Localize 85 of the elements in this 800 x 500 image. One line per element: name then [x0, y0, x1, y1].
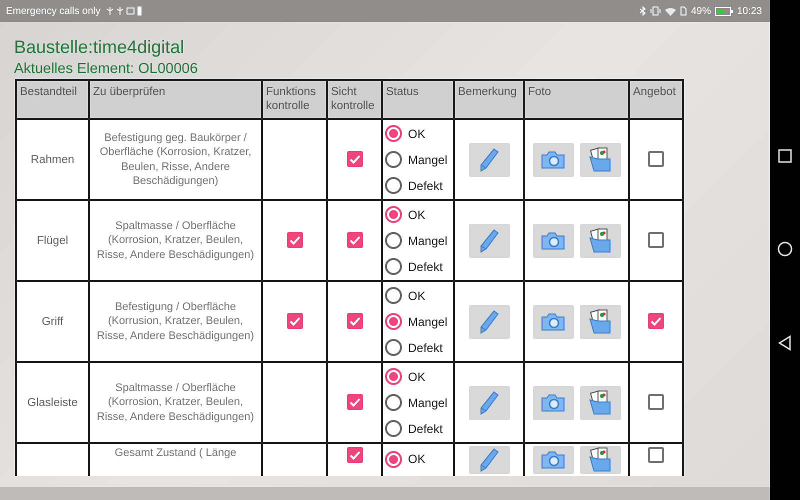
site-title: Baustelle:time4digital	[14, 36, 186, 59]
status-radio-option[interactable]: Mangel	[385, 390, 451, 416]
status-radio-option[interactable]: OK	[385, 120, 451, 146]
status-radio-option[interactable]: OK	[385, 282, 451, 308]
take-photo-button[interactable]	[532, 304, 574, 338]
visual-check-checkbox[interactable]	[346, 313, 362, 330]
picture-folder-icon	[588, 308, 612, 334]
status-radio-option[interactable]: Defekt	[385, 334, 451, 360]
status-radio-option[interactable]: Mangel	[385, 228, 451, 254]
bluetooth-icon	[640, 6, 646, 16]
edit-remark-button[interactable]	[468, 142, 510, 176]
column-header: Funktions kontrolle	[262, 80, 327, 119]
photo-gallery-button[interactable]	[580, 224, 620, 258]
edit-remark-button[interactable]	[468, 386, 510, 420]
vibrate-icon	[650, 6, 661, 16]
camera-icon	[541, 394, 565, 412]
recent-apps-icon[interactable]	[778, 149, 792, 163]
pencil-icon	[478, 146, 500, 172]
visual-check-checkbox[interactable]	[346, 151, 362, 168]
column-header: Foto	[524, 80, 629, 119]
pencil-icon	[478, 390, 500, 416]
status-radio-option[interactable]: Mangel	[385, 146, 451, 172]
check-description-cell: Befestigung / Oberfläche (Korrusion, Kratzer, Beulen, Risse, Andere Beschädigungen)	[89, 281, 262, 362]
picture-folder-icon	[588, 390, 612, 416]
picture-folder-icon	[588, 447, 612, 473]
back-icon[interactable]	[778, 335, 792, 351]
offer-checkbox[interactable]	[648, 446, 664, 463]
offer-checkbox[interactable]	[648, 151, 664, 168]
check-description-cell: Gesamt Zustand ( Länge	[89, 443, 262, 476]
visual-check-checkbox[interactable]	[346, 232, 362, 248]
column-header: Bestandteil	[16, 80, 89, 119]
column-header: Bemerkung	[454, 80, 524, 119]
component-cell: Glasleiste	[16, 362, 89, 443]
component-cell: Griff	[16, 281, 89, 362]
column-header: Status	[382, 80, 454, 119]
pencil-icon	[478, 308, 500, 334]
picture-folder-icon	[588, 228, 612, 254]
status-radio-option[interactable]: Mangel	[385, 308, 451, 334]
status-radio-option[interactable]: OK	[385, 446, 451, 472]
offer-checkbox[interactable]	[648, 394, 664, 410]
component-cell: Flügel	[16, 200, 89, 281]
take-photo-button[interactable]	[532, 142, 574, 176]
picture-folder-icon	[588, 146, 612, 172]
battery-icon	[714, 6, 733, 16]
current-element-label: Aktuelles Element: OL00006	[14, 60, 199, 79]
sim-icon	[680, 6, 687, 16]
pencil-icon	[478, 447, 500, 473]
check-description-cell: Befestigung geg. Baukörper / Oberfläche (Korrosion, Kratzer, Beulen, Risse, Andere Beschädigungen)	[89, 119, 262, 200]
function-check-checkbox[interactable]	[286, 232, 302, 248]
status-radio-option[interactable]: Defekt	[385, 254, 451, 280]
function-check-checkbox[interactable]	[286, 313, 302, 330]
visual-check-checkbox[interactable]	[346, 394, 362, 410]
column-header: Zu überprüfen	[89, 80, 262, 119]
column-header: Angebot	[629, 80, 683, 119]
check-description-cell: Spaltmasse / Oberfläche (Korrosion, Kratzer, Beulen, Risse, Andere Beschädigungen)	[89, 200, 262, 281]
status-radio-option[interactable]: OK	[385, 364, 451, 390]
carrier-text: Emergency calls only	[6, 6, 100, 16]
camera-icon	[541, 451, 565, 469]
camera-icon	[541, 232, 565, 250]
photo-gallery-button[interactable]	[580, 446, 620, 474]
camera-icon	[541, 150, 565, 168]
status-radio-option[interactable]: OK	[385, 202, 451, 228]
component-cell: Rahmen	[16, 119, 89, 200]
take-photo-button[interactable]	[532, 446, 574, 474]
status-radio-option[interactable]: Defekt	[385, 416, 451, 442]
home-icon[interactable]	[777, 241, 793, 257]
clock-text: 10:23	[736, 6, 762, 16]
take-photo-button[interactable]	[532, 224, 574, 258]
take-photo-button[interactable]	[532, 386, 574, 420]
edit-remark-button[interactable]	[468, 446, 510, 474]
column-header: Sicht kontrolle	[327, 80, 382, 119]
offer-checkbox[interactable]	[648, 232, 664, 248]
edit-remark-button[interactable]	[468, 224, 510, 258]
offer-checkbox[interactable]	[648, 313, 664, 330]
pencil-icon	[478, 228, 500, 254]
wifi-icon	[664, 6, 676, 16]
photo-gallery-button[interactable]	[580, 386, 620, 420]
photo-gallery-button[interactable]	[580, 142, 620, 176]
battery-percent: 49%	[690, 6, 711, 16]
visual-check-checkbox[interactable]	[346, 446, 362, 463]
edit-remark-button[interactable]	[468, 304, 510, 338]
check-description-cell: Spaltmasse / Oberfläche (Korrosion, Kratzer, Beulen, Risse, Andere Beschädigungen)	[89, 362, 262, 443]
camera-icon	[541, 312, 565, 330]
status-radio-option[interactable]: Defekt	[385, 172, 451, 198]
photo-gallery-button[interactable]	[580, 304, 620, 338]
